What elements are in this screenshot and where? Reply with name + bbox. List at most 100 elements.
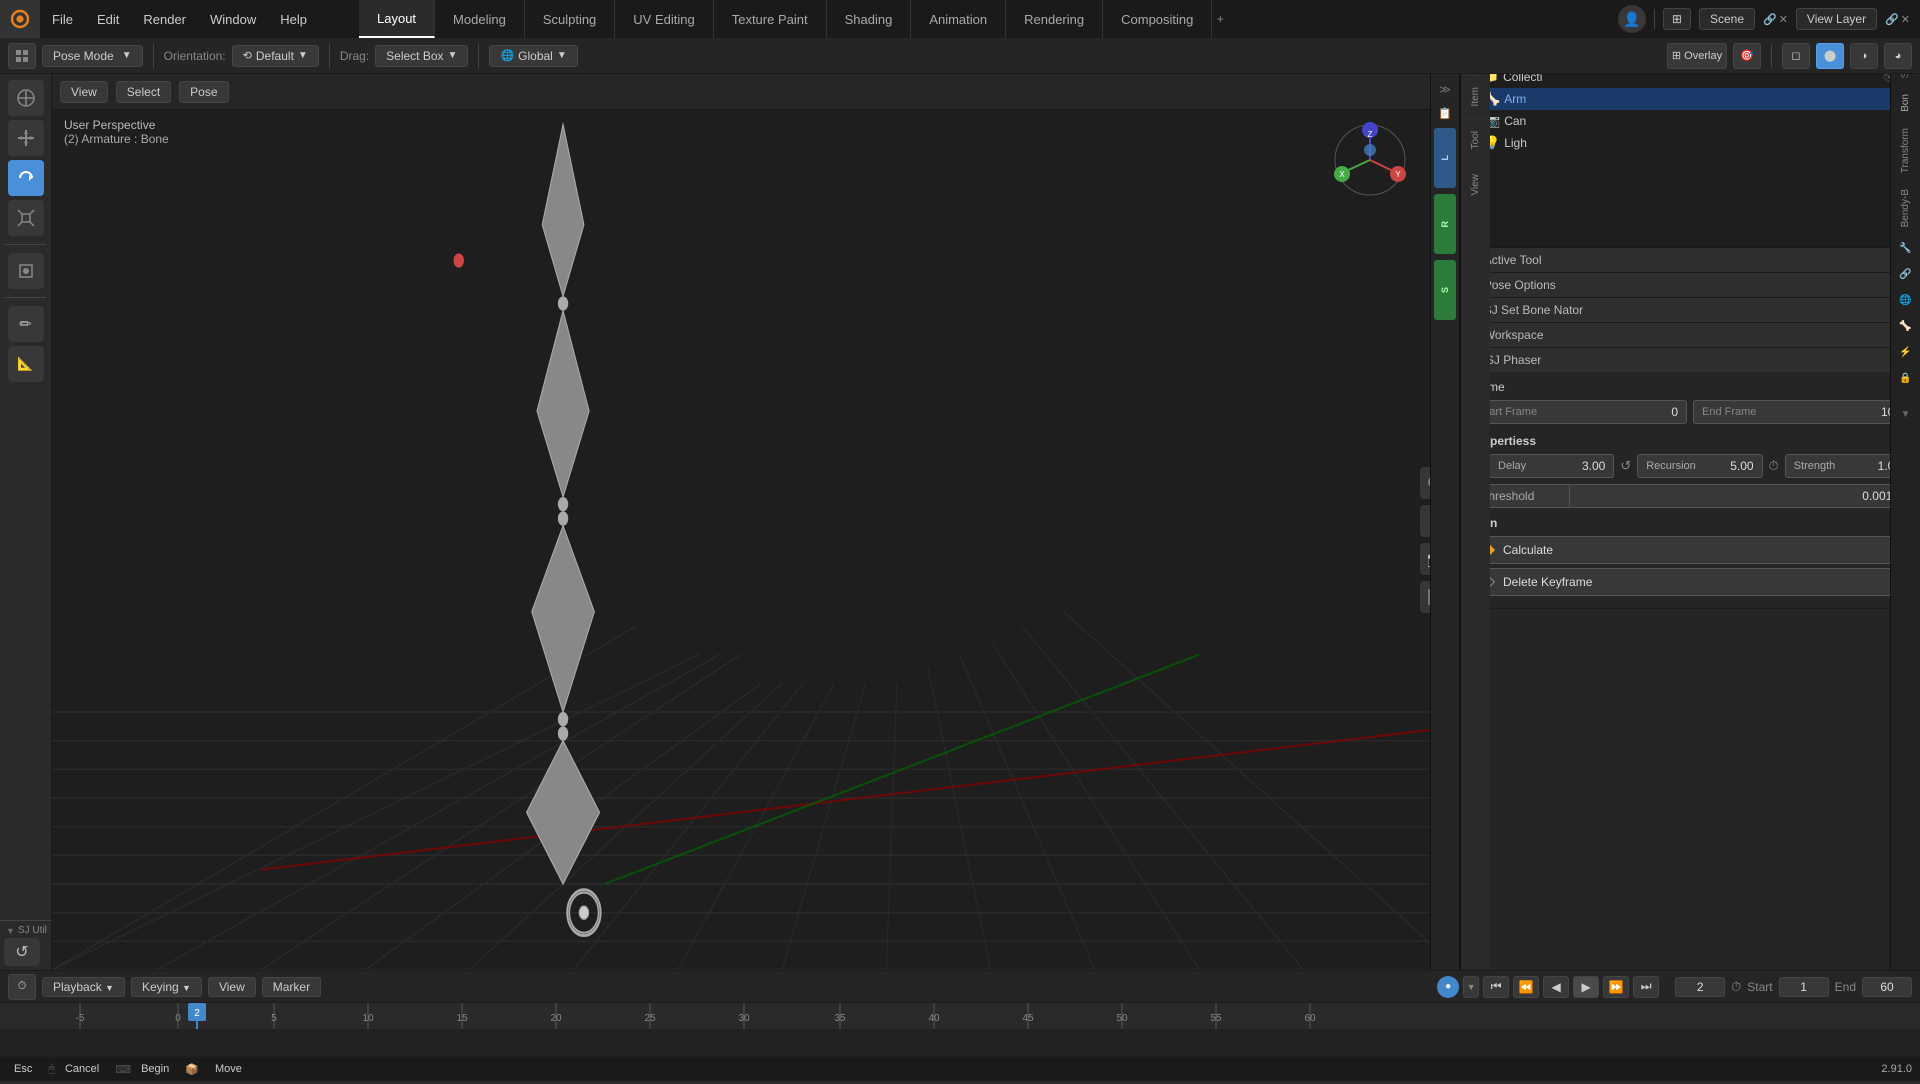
calculate-label: Calculate — [1503, 543, 1553, 557]
tab-uv-editing[interactable]: UV Editing — [615, 0, 713, 38]
rotate-tool[interactable] — [8, 160, 44, 196]
move-btn[interactable]: Move — [209, 1062, 248, 1076]
skip-start-btn[interactable]: ⏮ — [1483, 976, 1509, 998]
step-forward-btn[interactable]: ⏩ — [1603, 976, 1629, 998]
measure-tool[interactable]: 📐 — [8, 346, 44, 382]
outliner-item-can[interactable]: 📷 Can 👁 — [1460, 110, 1920, 132]
workspace-header[interactable]: ▶ Workspace — [1460, 323, 1920, 347]
scene-selector[interactable]: Scene — [1699, 8, 1755, 30]
tab-layout[interactable]: Layout — [359, 0, 435, 38]
outliner-item-light[interactable]: 💡 Ligh 👁 — [1460, 132, 1920, 154]
props-icon-3[interactable]: 🌐 — [1895, 290, 1917, 312]
menu-file[interactable]: File — [40, 0, 85, 38]
material-btn[interactable]: ◑ — [1850, 43, 1878, 69]
user-icon[interactable]: 👤 — [1618, 5, 1646, 33]
play-pause-btn[interactable]: ▶ — [1573, 976, 1599, 998]
playback-btn[interactable]: Playback ▼ — [42, 977, 125, 997]
right-panel-toggle[interactable]: ≫ — [1434, 78, 1456, 100]
view-layer-selector[interactable]: View Layer — [1796, 8, 1877, 30]
viewport-gizmo[interactable]: Z X Y — [1330, 120, 1410, 200]
calculate-btn[interactable]: Calculate — [1470, 536, 1910, 564]
frame-type-selector[interactable]: ● — [1437, 976, 1459, 998]
frame-dropdown[interactable]: ▼ — [1463, 976, 1479, 998]
layout-switcher[interactable]: ⊞ — [1663, 8, 1691, 30]
select-menu-btn[interactable]: Select — [116, 81, 171, 103]
item-prop-icon[interactable]: 📋 — [1434, 102, 1456, 124]
start-frame-indicator[interactable]: 1 — [1779, 977, 1829, 997]
solid-btn[interactable]: ⬤ — [1816, 43, 1844, 69]
view-layer-icons[interactable]: 🔗 ✕ — [1885, 13, 1910, 26]
transform-btn[interactable]: 🌐 Global ▼ — [489, 45, 577, 67]
orientation-selector[interactable]: ⟲ Default ▼ — [232, 45, 319, 67]
pose-options-header[interactable]: ▶ Pose Options — [1460, 273, 1920, 297]
bendy-b-label[interactable]: Bendy-B — [1898, 183, 1913, 233]
menu-help[interactable]: Help — [268, 0, 319, 38]
skip-end-btn[interactable]: ⏭ — [1633, 976, 1659, 998]
props-icon-6[interactable]: 🔒 — [1895, 368, 1917, 390]
timeline-mode-icon[interactable]: ⏱ — [8, 974, 36, 1000]
scene-link[interactable]: 🔗 ✕ — [1763, 13, 1788, 26]
step-single-back-btn[interactable]: ◀ — [1543, 976, 1569, 998]
view-menu-btn[interactable]: View — [60, 81, 108, 103]
outliner-content[interactable]: ▼ 📁 Collecti 👁 📷 🦴 Arm 👁 📷 Can — [1460, 66, 1920, 246]
wireframe-btn[interactable]: ◻ — [1782, 43, 1810, 69]
app-logo[interactable] — [0, 0, 40, 38]
view-tab-label[interactable]: View — [1466, 162, 1485, 208]
step-back-btn[interactable]: ⏪ — [1513, 976, 1539, 998]
tab-animation[interactable]: Animation — [911, 0, 1006, 38]
cursor-tool[interactable] — [8, 80, 44, 116]
menu-edit[interactable]: Edit — [85, 0, 131, 38]
tab-compositing[interactable]: Compositing — [1103, 0, 1212, 38]
3d-viewport[interactable]: User Perspective (2) Armature : Bone Z X… — [52, 110, 1460, 970]
current-frame-indicator[interactable]: 2 — [1675, 977, 1725, 997]
pose-mode-btn[interactable]: Pose Mode ▼ — [42, 45, 143, 67]
tab-rendering[interactable]: Rendering — [1006, 0, 1103, 38]
props-icon-1[interactable]: 🔧 — [1895, 238, 1917, 260]
recursion-input[interactable]: Recursion 5.00 — [1637, 454, 1762, 478]
transform-tab[interactable]: Transform — [1898, 122, 1913, 179]
marker-btn[interactable]: Marker — [262, 977, 321, 997]
delete-keyframe-btn[interactable]: Delete Keyframe — [1470, 568, 1910, 596]
tool-tab-label[interactable]: Tool — [1466, 118, 1485, 161]
time-display-icon[interactable]: ⏱ — [1731, 979, 1741, 995]
tab-sculpting[interactable]: Sculpting — [525, 0, 615, 38]
tab-modeling[interactable]: Modeling — [435, 0, 525, 38]
overlay-icon-btn[interactable]: ⊞ Overlay — [1667, 43, 1727, 69]
threshold-value[interactable]: 0.0010 — [1570, 484, 1910, 508]
sj-phaser-section: ▼ SJ Phaser Frame Start Frame 0 End Fram… — [1460, 348, 1920, 609]
sj-util-refresh-btn[interactable]: ↺ — [4, 938, 40, 966]
tab-shading[interactable]: Shading — [827, 0, 912, 38]
pose-menu-btn[interactable]: Pose — [179, 81, 228, 103]
cancel-btn[interactable]: Cancel — [59, 1062, 105, 1076]
view-btn[interactable]: View — [208, 977, 256, 997]
tab-texture-paint[interactable]: Texture Paint — [714, 0, 827, 38]
active-tool-header[interactable]: ▶ Active Tool — [1460, 248, 1920, 272]
transform-tool[interactable] — [8, 253, 44, 289]
annotate-tool[interactable]: ✏ — [8, 306, 44, 342]
esc-btn[interactable]: Esc — [8, 1062, 38, 1076]
workspace-section: ▶ Workspace — [1460, 323, 1920, 348]
chevron-down-icon[interactable]: ▼ — [1895, 404, 1917, 426]
props-icon-2[interactable]: 🔗 — [1895, 264, 1917, 286]
drag-selector[interactable]: Select Box ▼ — [375, 45, 468, 67]
bon-label[interactable]: Bon — [1898, 88, 1913, 118]
rendered-btn[interactable]: ◕ — [1884, 43, 1912, 69]
mode-icon[interactable] — [8, 43, 36, 69]
sj-phaser-header[interactable]: ▼ SJ Phaser — [1460, 348, 1920, 372]
props-icon-5[interactable]: ⚡ — [1895, 342, 1917, 364]
outliner-item-arm[interactable]: 🦴 Arm 👁 — [1460, 88, 1920, 110]
gizmo-icon-btn[interactable]: 🎯 — [1733, 43, 1761, 69]
scale-tool[interactable] — [8, 200, 44, 236]
delay-input[interactable]: Delay 3.00 — [1489, 454, 1614, 478]
start-frame-input[interactable]: Start Frame 0 — [1470, 400, 1687, 424]
menu-render[interactable]: Render — [131, 0, 198, 38]
end-frame-input[interactable]: End Frame 100 — [1693, 400, 1910, 424]
keying-btn[interactable]: Keying ▼ — [131, 977, 202, 997]
move-tool[interactable] — [8, 120, 44, 156]
end-frame-indicator[interactable]: 60 — [1862, 977, 1912, 997]
props-icon-4[interactable]: 🦴 — [1895, 316, 1917, 338]
menu-window[interactable]: Window — [198, 0, 268, 38]
begin-btn[interactable]: Begin — [135, 1062, 175, 1076]
item-tab-label[interactable]: Item — [1466, 74, 1485, 118]
sj-set-bone-nator-header[interactable]: ▶ SJ Set Bone Nator — [1460, 298, 1920, 322]
